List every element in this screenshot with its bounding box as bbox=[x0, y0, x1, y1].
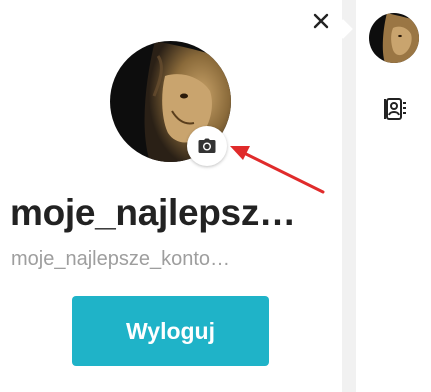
rail-avatar[interactable] bbox=[369, 13, 419, 63]
profile-avatar-container bbox=[110, 41, 231, 166]
logout-button[interactable]: Wyloguj bbox=[72, 296, 269, 366]
close-icon bbox=[313, 13, 329, 29]
profile-display-name: moje_najlepsz… bbox=[10, 192, 296, 233]
change-photo-button[interactable] bbox=[187, 126, 227, 166]
close-button[interactable] bbox=[308, 8, 334, 34]
contact-card-icon bbox=[384, 98, 406, 120]
rail-contact-button[interactable] bbox=[381, 96, 407, 122]
camera-icon bbox=[198, 138, 216, 153]
profile-username: moje_najlepsze_konto… bbox=[11, 248, 231, 270]
profile-panel: moje_najlepsz… moje_najlepsze_konto… Wyl… bbox=[0, 0, 342, 392]
panel-divider bbox=[342, 0, 356, 392]
